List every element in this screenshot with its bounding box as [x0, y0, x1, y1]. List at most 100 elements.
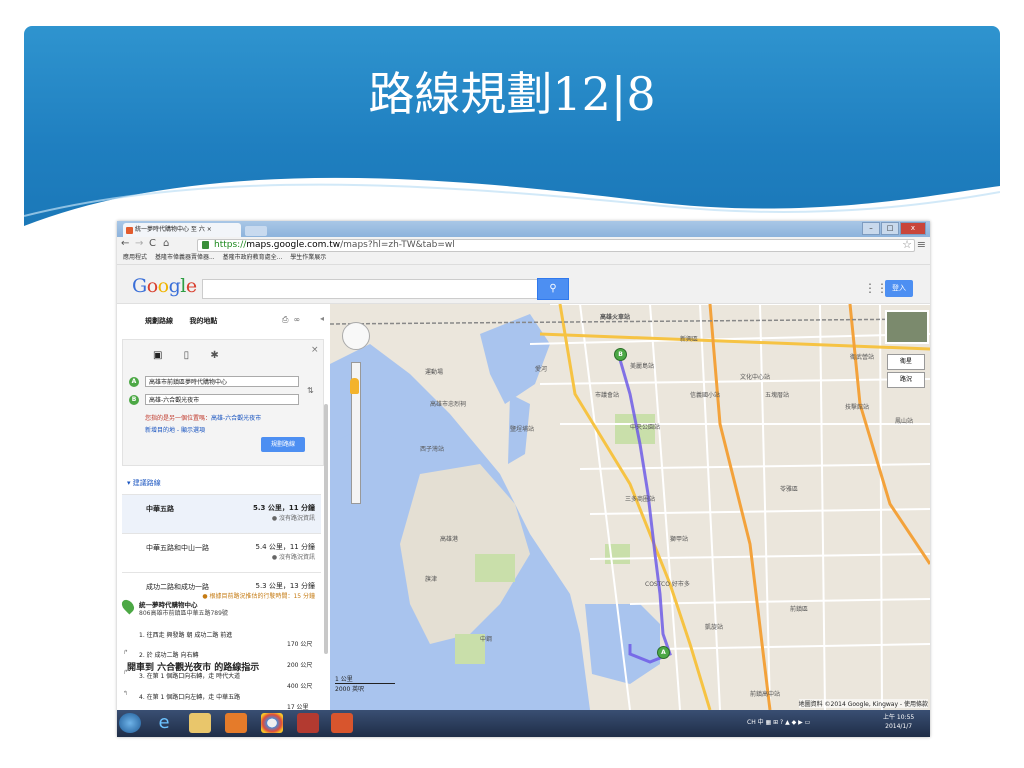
ie-icon[interactable]: e: [153, 713, 175, 733]
maximize-button[interactable]: □: [881, 222, 899, 235]
destination-pin-icon[interactable]: B: [614, 348, 627, 361]
step-distance: 400 公尺: [287, 683, 313, 690]
traffic-button[interactable]: 路況: [887, 372, 925, 388]
suggested-routes-label: 建議路線: [132, 479, 161, 487]
map-label: 獅甲站: [670, 536, 689, 543]
map-label: 鳳山站: [895, 418, 914, 425]
map-copyright[interactable]: 地圖資料 ©2014 Google, Kingway - 使用條款: [798, 699, 928, 708]
step-text[interactable]: 2. 於 成功二路 向右轉: [139, 650, 198, 659]
step-distance: 170 公尺: [287, 641, 313, 648]
car-icon[interactable]: ▣: [153, 350, 162, 361]
route-distance: 5.3 公里，11 分鐘: [252, 504, 315, 512]
explorer-icon[interactable]: [189, 713, 211, 733]
back-icon[interactable]: ←: [121, 238, 129, 250]
route-option[interactable]: 中華五路和中山一路 5.4 公里，11 分鐘 ● 沒有路況資訊: [122, 533, 321, 572]
login-button[interactable]: 登入: [885, 280, 913, 297]
browser-tab[interactable]: 統一夢時代購物中心 至 六 ×: [123, 223, 241, 237]
route-distance: 5.4 公里，11 分鐘: [255, 543, 316, 551]
bookmark-item[interactable]: 基隆市偉義器賣偉器...: [155, 254, 215, 261]
minimize-button[interactable]: –: [862, 222, 880, 235]
reload-icon[interactable]: C: [149, 238, 156, 250]
destination-field[interactable]: 高雄-六合觀光夜市: [145, 394, 299, 405]
print-icon[interactable]: ⎙: [282, 315, 288, 324]
tab-directions[interactable]: 規劃路線: [145, 317, 173, 325]
route-form: ▣ ▯ ✱ × A 高雄市前鎮區夢時代購物中心 B 高雄-六合觀光夜市 ⇅ 您指…: [122, 339, 324, 466]
earth-thumbnail[interactable]: [885, 310, 929, 344]
clock-time: 上午 10:55: [883, 714, 915, 721]
turn-right-icon: ↱: [123, 649, 129, 656]
new-tab-button[interactable]: [245, 226, 267, 236]
forward-icon[interactable]: →: [135, 238, 143, 250]
close-window-button[interactable]: x: [900, 222, 926, 235]
url-path: /maps?hl=zh-TW&tab=wl: [340, 240, 455, 250]
destination-marker-icon: B: [129, 395, 139, 405]
media-player-icon[interactable]: [225, 713, 247, 733]
start-button[interactable]: [119, 713, 141, 733]
route-traffic: ● 沒有路況資訊: [271, 554, 315, 561]
origin-marker-icon: A: [129, 377, 139, 387]
pegman-icon[interactable]: [350, 378, 359, 394]
step-text[interactable]: 1. 往西走 興發路 朝 成功二路 前進: [139, 630, 232, 639]
did-you-mean: 您指的是另一個位置嗎：高雄-六合觀光夜市: [145, 413, 261, 422]
filezilla-icon[interactable]: [297, 713, 319, 733]
system-tray[interactable]: CH 中 ▦ ⊞ ? ▲ ◆ ▶ ▭: [747, 717, 810, 726]
bookmark-item[interactable]: 學生作業展示: [290, 254, 326, 261]
slide-header: [24, 26, 1000, 226]
slide-title: 路線規劃12|8: [368, 67, 656, 121]
close-route-icon[interactable]: ×: [311, 345, 319, 355]
bookmark-apps[interactable]: 應用程式: [123, 254, 147, 261]
window-controls: – □ x: [862, 222, 926, 235]
clock-date: 2014/1/7: [885, 723, 913, 730]
walk-icon[interactable]: ✱: [210, 350, 218, 361]
step-text[interactable]: 4. 在第 1 個路口向左轉，走 中華五路: [139, 692, 240, 701]
home-icon[interactable]: ⌂: [163, 238, 169, 250]
map-label: 高雄港: [440, 536, 459, 543]
map-label: 文化中心站: [740, 374, 771, 381]
url-scheme: https://: [214, 240, 247, 250]
tab-my-places[interactable]: 我的地點: [189, 317, 217, 325]
panel-tools: ⎙ ∞: [282, 315, 300, 325]
bookmark-item[interactable]: 基隆市政府教育處全...: [223, 254, 283, 261]
panel-scrollbar[interactable]: [324, 404, 328, 654]
search-button[interactable]: ⚲: [537, 278, 569, 300]
route-name: 中華五路和中山一路: [146, 544, 209, 552]
map-label: 前鎮區: [790, 606, 809, 613]
swap-icon[interactable]: ⇅: [307, 386, 314, 395]
map-label: 新興區: [680, 336, 699, 343]
map-label: 旗津: [425, 576, 438, 583]
transit-icon[interactable]: ▯: [184, 350, 190, 361]
map-label: 鹽埕埔站: [510, 426, 535, 433]
map-label: 市議會站: [595, 392, 620, 399]
address-bar[interactable]: https://maps.google.com.tw/maps?hl=zh-TW…: [197, 239, 915, 252]
google-header: Google ⚲ ⋮⋮ 登入: [117, 265, 930, 304]
map-canvas[interactable]: B A 高雄火車站 美麗島站 信義國小站 文化中心站 五塊厝站 技擊館站 衛武營…: [330, 304, 930, 710]
route-option[interactable]: 中華五路 5.3 公里，11 分鐘 ● 沒有路況資訊: [122, 494, 321, 533]
did-you-mean-link[interactable]: 高雄-六合觀光夜市: [211, 415, 261, 422]
chrome-icon[interactable]: [261, 713, 283, 733]
powerpoint-icon[interactable]: [331, 713, 353, 733]
bookmark-star-icon[interactable]: ☆: [902, 238, 912, 251]
windows-taskbar: e CH 中 ▦ ⊞ ? ▲ ◆ ▶ ▭ 上午 10:55 2014/1/7: [117, 710, 930, 737]
clock[interactable]: 上午 10:55 2014/1/7: [883, 713, 914, 731]
map-label: 高雄市忠烈祠: [430, 401, 467, 408]
menu-icon[interactable]: ≡: [917, 238, 926, 251]
step-text[interactable]: 3. 在第 1 個路口向右轉，走 時代大道: [139, 671, 240, 680]
get-directions-button[interactable]: 規劃路線: [261, 437, 305, 452]
header-wave-decoration: [24, 177, 1000, 226]
link-icon[interactable]: ∞: [294, 315, 301, 324]
satellite-button[interactable]: 衛星: [887, 354, 925, 370]
add-destination-link[interactable]: 新增目的地 - 顯示選項: [145, 425, 205, 434]
map-label: 運動場: [425, 369, 444, 376]
suggested-routes-heading: ▾ 建議路線: [127, 479, 161, 487]
search-input[interactable]: [202, 279, 539, 299]
collapse-panel-icon[interactable]: ◂: [320, 314, 324, 323]
browser-toolbar: ← → C ⌂ https://maps.google.com.tw/maps?…: [117, 237, 930, 252]
scale-metric: 1 公里: [335, 674, 395, 684]
pan-control[interactable]: [342, 322, 370, 350]
route-name: 成功二路和成功一路: [146, 583, 209, 591]
scale-imperial: 2000 英呎: [335, 686, 365, 693]
search-icon: ⚲: [549, 283, 557, 294]
google-logo[interactable]: Google: [132, 275, 197, 297]
origin-field[interactable]: 高雄市前鎮區夢時代購物中心: [145, 376, 299, 387]
origin-pin-icon[interactable]: A: [657, 646, 670, 659]
